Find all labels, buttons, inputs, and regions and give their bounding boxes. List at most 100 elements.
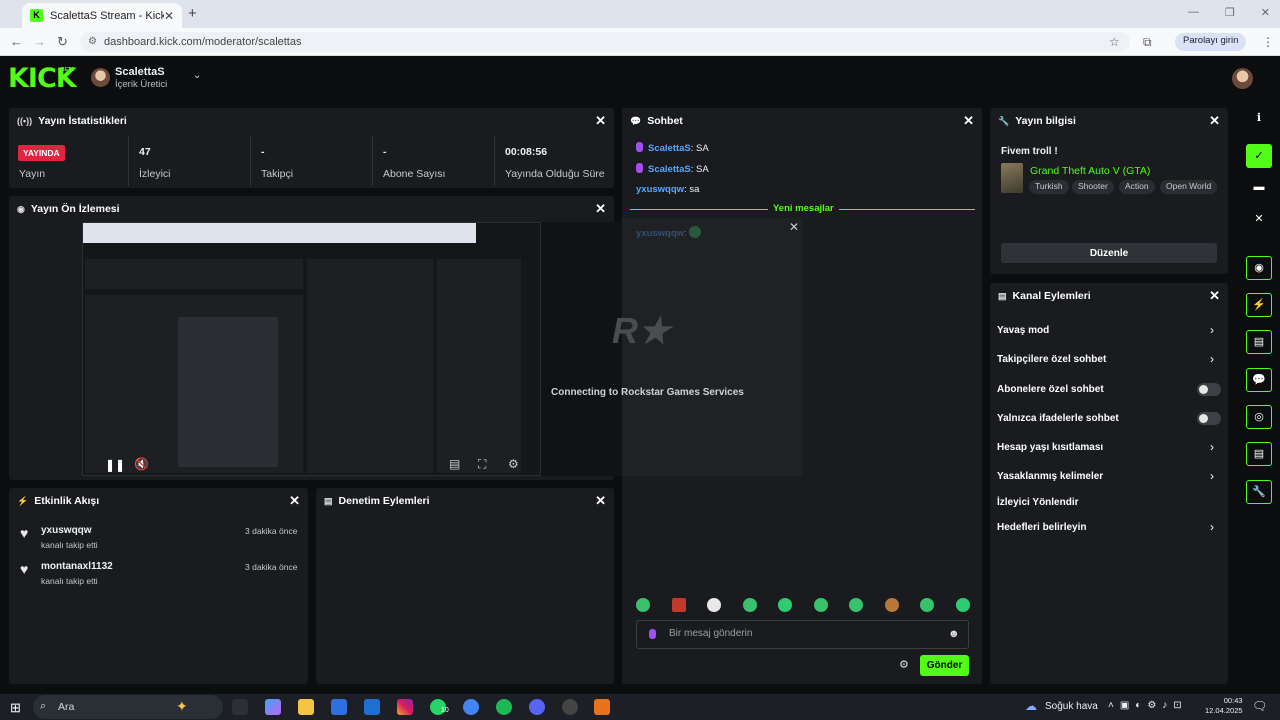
browser-tab[interactable]: K ScalettaS Stream - Kick Dashbo ✕ [22,3,182,28]
emote-icon[interactable] [813,598,828,612]
settings-icon[interactable]: ⚙ [508,457,519,471]
emote-only-toggle[interactable] [1197,412,1221,425]
emote-icon[interactable] [884,598,899,612]
action-account-age[interactable]: Hesap yaşı kısıtlaması [997,442,1103,453]
mod-log-toggle-icon[interactable]: ▤ [1246,330,1272,354]
action-followers-only[interactable]: Takipçilere özel sohbet [997,354,1106,365]
fullscreen-icon[interactable]: ⛶ [478,457,486,472]
close-icon[interactable]: ✕ [1209,288,1220,304]
clip-icon[interactable]: ▤ [449,457,460,471]
notifications-icon[interactable]: 🗨 [1252,699,1267,713]
minimize-icon[interactable]: — [1188,6,1199,19]
stats-toggle-icon[interactable]: ◎ [1246,405,1272,429]
clock[interactable]: 00:43 12.04.2025 [1205,696,1243,716]
check-icon[interactable]: ✓ [1246,144,1272,168]
close-icon[interactable]: ✕ [1246,207,1272,231]
emote-icon[interactable] [920,598,935,612]
emoji-icon[interactable]: ☻ [948,628,960,640]
chevron-right-icon[interactable]: › [1210,469,1214,483]
follower-name[interactable]: yxuswqqw [41,525,92,536]
close-icon[interactable]: ✕ [289,493,300,509]
activity-toggle-icon[interactable]: ⚡ [1246,293,1272,317]
edit-button[interactable]: Düzenle [1001,243,1217,263]
actions-toggle-icon[interactable]: ▤ [1246,442,1272,466]
outlook-icon[interactable] [364,699,380,715]
file-explorer-icon[interactable] [298,699,314,715]
close-icon[interactable]: ✕ [789,220,799,234]
chat-input-box[interactable]: ☻ [636,620,969,649]
chat-username[interactable]: yxuswqqw [636,184,684,195]
reload-icon[interactable]: ↻ [57,34,68,50]
instagram-icon[interactable] [397,699,413,715]
url-field[interactable]: dashboard.kick.com/moderator/scalettas [80,32,1130,52]
password-pill[interactable]: Parolayı girin [1175,33,1247,51]
emote-icon[interactable] [671,598,686,612]
info-icon[interactable]: ℹ [1246,106,1272,130]
copilot-icon[interactable] [265,699,281,715]
emote-icon[interactable] [849,598,864,612]
chevron-right-icon[interactable]: › [1210,323,1214,337]
send-button[interactable]: Gönder [920,655,969,676]
system-tray-icons[interactable]: ˄▣◐⚙♪⊡ [1108,700,1188,711]
game-name[interactable]: Grand Theft Auto V (GTA) [1030,165,1150,177]
tag-chip[interactable]: Action [1119,180,1155,194]
chat-username[interactable]: yxuswqqw [636,228,684,239]
close-icon[interactable]: ✕ [595,113,606,129]
close-tab-icon[interactable]: ✕ [164,9,174,23]
chat-settings-icon[interactable]: ⚙ [899,658,909,671]
layout-icon[interactable]: ▬ [1246,175,1272,199]
close-icon[interactable]: ✕ [595,201,606,217]
forward-icon[interactable]: → [33,34,46,49]
chat-username[interactable]: ScalettaS [648,143,691,154]
chevron-right-icon[interactable]: › [1210,440,1214,454]
windows-start-icon[interactable]: ⊞ [10,700,21,716]
mute-icon[interactable]: 🔇 [134,457,149,471]
channel-name[interactable]: ScalettaS [115,66,165,78]
preview-toggle-icon[interactable]: ◉ [1246,256,1272,280]
subscribers-only-toggle[interactable] [1197,383,1221,396]
emote-icon[interactable] [707,598,722,612]
emote-icon[interactable] [742,598,757,612]
site-info-icon[interactable]: ⚙ [88,36,97,47]
close-window-icon[interactable]: ✕ [1261,6,1270,19]
follower-name[interactable]: montanaxl1132 [41,561,113,572]
action-host-viewers[interactable]: İzleyici Yönlendir [997,497,1079,508]
new-messages-label[interactable]: Yeni mesajlar [768,203,839,214]
back-icon[interactable]: ← [10,34,23,49]
pause-icon[interactable]: ❚❚ [105,458,125,472]
emote-icon[interactable] [955,598,970,612]
tag-chip[interactable]: Open World [1160,180,1218,194]
bookmark-star-icon[interactable]: ☆ [1109,35,1120,49]
chat-input[interactable] [669,628,929,639]
discord-icon[interactable] [529,699,545,715]
action-banned-words[interactable]: Yasaklanmış kelimeler [997,471,1103,482]
new-tab-icon[interactable]: + [188,5,197,22]
tag-chip[interactable]: Turkish [1029,180,1069,194]
chevron-right-icon[interactable]: › [1210,352,1214,366]
task-view-icon[interactable] [232,699,248,715]
maximize-icon[interactable]: ❐ [1225,6,1235,19]
chat-username[interactable]: ScalettaS [648,164,691,175]
chat-toggle-icon[interactable]: 💬 [1246,368,1272,392]
obs-icon[interactable] [562,699,578,715]
emote-icon[interactable] [636,598,650,612]
close-icon[interactable]: ✕ [963,113,974,129]
close-icon[interactable]: ✕ [1209,113,1220,129]
info-toggle-icon[interactable]: 🔧 [1246,480,1272,504]
user-avatar[interactable] [1232,68,1253,89]
app-icon[interactable] [594,699,610,715]
extensions-icon[interactable]: ⧉ [1143,35,1152,50]
close-icon[interactable]: ✕ [595,493,606,509]
tag-chip[interactable]: Shooter [1072,180,1114,194]
action-slow-mode[interactable]: Yavaş mod [997,325,1049,336]
weather-text[interactable]: Soğuk hava [1045,701,1098,712]
spotify-icon[interactable] [496,699,512,715]
chevron-down-icon[interactable]: ⌄ [193,70,201,81]
emote-icon[interactable] [778,598,793,612]
chrome-icon[interactable] [463,699,479,715]
action-set-goals[interactable]: Hedefleri belirleyin [997,522,1086,533]
store-icon[interactable] [331,699,347,715]
chevron-right-icon[interactable]: › [1210,520,1214,534]
browser-menu-icon[interactable]: ⋮ [1262,35,1274,49]
channel-avatar[interactable] [91,68,110,87]
